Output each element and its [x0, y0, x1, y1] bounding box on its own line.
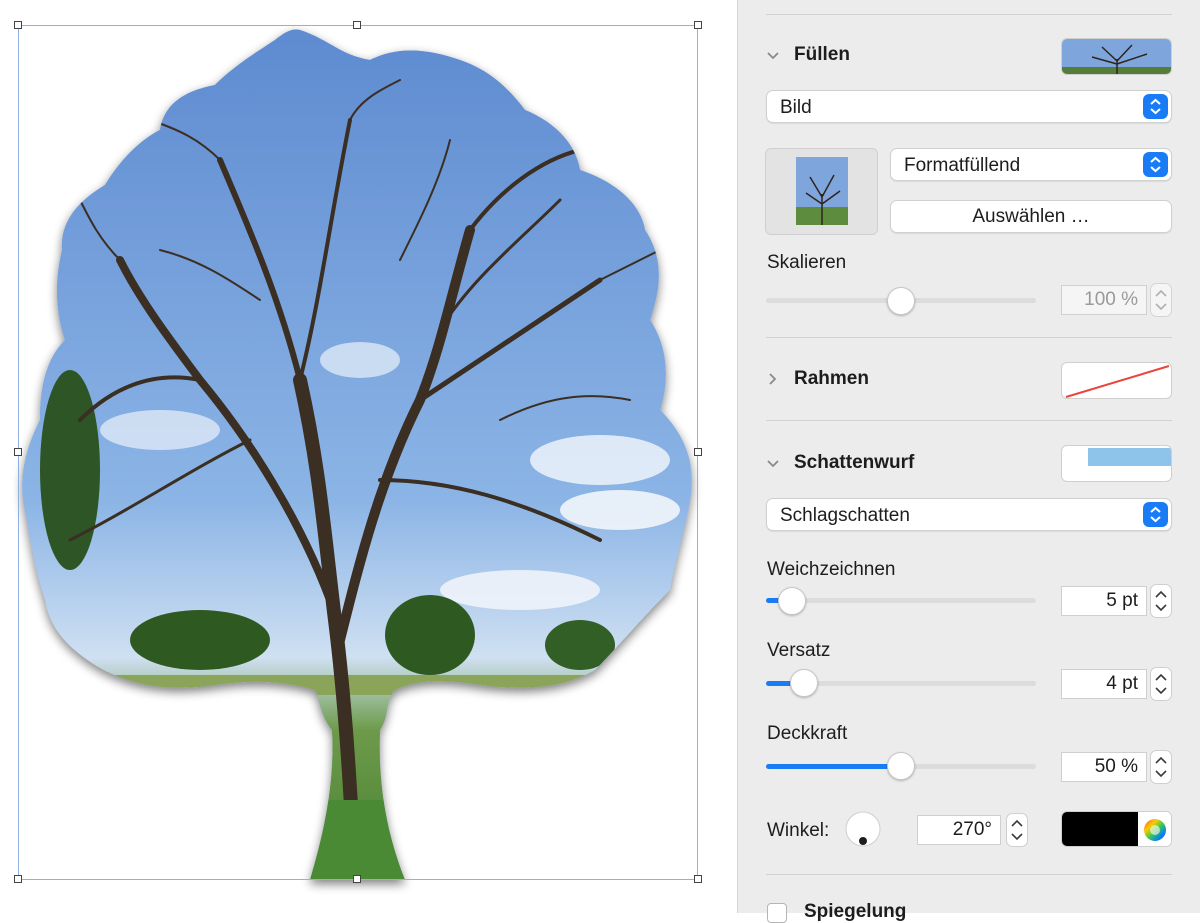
offset-field[interactable]: 4 pt	[1061, 669, 1147, 699]
popup-arrows-icon	[1143, 502, 1168, 527]
shadow-type-value: Schlagschatten	[780, 505, 910, 526]
mirror-label[interactable]: Spiegelung	[804, 901, 906, 923]
image-thumbnail	[796, 157, 848, 225]
blur-slider-knob[interactable]	[778, 587, 807, 615]
fill-mode-value: Formatfüllend	[904, 155, 1021, 176]
offset-label: Versatz	[767, 640, 831, 661]
offset-slider-knob[interactable]	[790, 669, 819, 697]
fill-section-title[interactable]: Füllen	[794, 44, 850, 66]
color-wheel-icon[interactable]	[1138, 812, 1172, 847]
scale-label: Skalieren	[767, 252, 847, 273]
fill-type-popup[interactable]: Bild	[766, 90, 1172, 123]
border-preview-swatch[interactable]	[1061, 362, 1172, 399]
fill-type-value: Bild	[780, 97, 812, 118]
scale-slider-knob[interactable]	[887, 287, 915, 315]
opacity-stepper[interactable]	[1150, 750, 1172, 784]
opacity-label: Deckkraft	[767, 723, 848, 744]
shadow-type-popup[interactable]: Schlagschatten	[766, 498, 1172, 531]
scale-stepper[interactable]	[1150, 283, 1172, 317]
popup-arrows-icon	[1143, 94, 1168, 119]
chevron-down-icon[interactable]	[766, 457, 780, 471]
angle-wheel[interactable]	[845, 811, 881, 847]
selection-bounding-box	[18, 25, 698, 880]
resize-handle-left[interactable]	[14, 448, 22, 456]
fill-mode-popup[interactable]: Formatfüllend	[890, 148, 1172, 181]
resize-handle-top-right[interactable]	[694, 21, 702, 29]
resize-handle-bottom[interactable]	[353, 875, 361, 883]
resize-handle-top[interactable]	[353, 21, 361, 29]
mirror-checkbox[interactable]	[767, 903, 787, 923]
resize-handle-bottom-right[interactable]	[694, 875, 702, 883]
popup-arrows-icon	[1143, 152, 1168, 177]
shadow-color-well[interactable]	[1061, 811, 1172, 847]
image-well[interactable]	[765, 148, 878, 235]
divider	[766, 420, 1172, 421]
angle-stepper[interactable]	[1006, 813, 1028, 847]
angle-field[interactable]: 270°	[917, 815, 1001, 845]
scale-field[interactable]: 100 %	[1061, 285, 1147, 315]
fill-preview-image	[1062, 39, 1171, 74]
blur-field[interactable]: 5 pt	[1061, 586, 1147, 616]
shadow-preview-swatch[interactable]	[1061, 445, 1172, 482]
opacity-field[interactable]: 50 %	[1061, 752, 1147, 782]
no-border-indicator	[1065, 365, 1170, 398]
resize-handle-top-left[interactable]	[14, 21, 22, 29]
offset-stepper[interactable]	[1150, 667, 1172, 701]
blur-label: Weichzeichnen	[767, 559, 896, 580]
blur-slider[interactable]	[766, 598, 1036, 603]
shadow-preview	[1088, 448, 1171, 466]
fill-preview-swatch[interactable]	[1061, 38, 1172, 75]
resize-handle-bottom-left[interactable]	[14, 875, 22, 883]
angle-label: Winkel:	[767, 820, 830, 841]
chevron-down-icon[interactable]	[766, 49, 780, 63]
choose-image-button[interactable]: Auswählen …	[890, 200, 1172, 233]
shadow-color-swatch	[1062, 812, 1138, 846]
blur-stepper[interactable]	[1150, 584, 1172, 618]
opacity-slider-fill	[766, 764, 901, 769]
shadow-section-title[interactable]: Schattenwurf	[794, 452, 914, 474]
document-canvas[interactable]	[0, 0, 737, 913]
border-section-title[interactable]: Rahmen	[794, 368, 869, 390]
resize-handle-right[interactable]	[694, 448, 702, 456]
chevron-right-icon[interactable]	[766, 372, 780, 386]
divider	[766, 337, 1172, 338]
opacity-slider-knob[interactable]	[887, 752, 915, 780]
divider	[766, 874, 1172, 875]
divider	[766, 14, 1172, 15]
